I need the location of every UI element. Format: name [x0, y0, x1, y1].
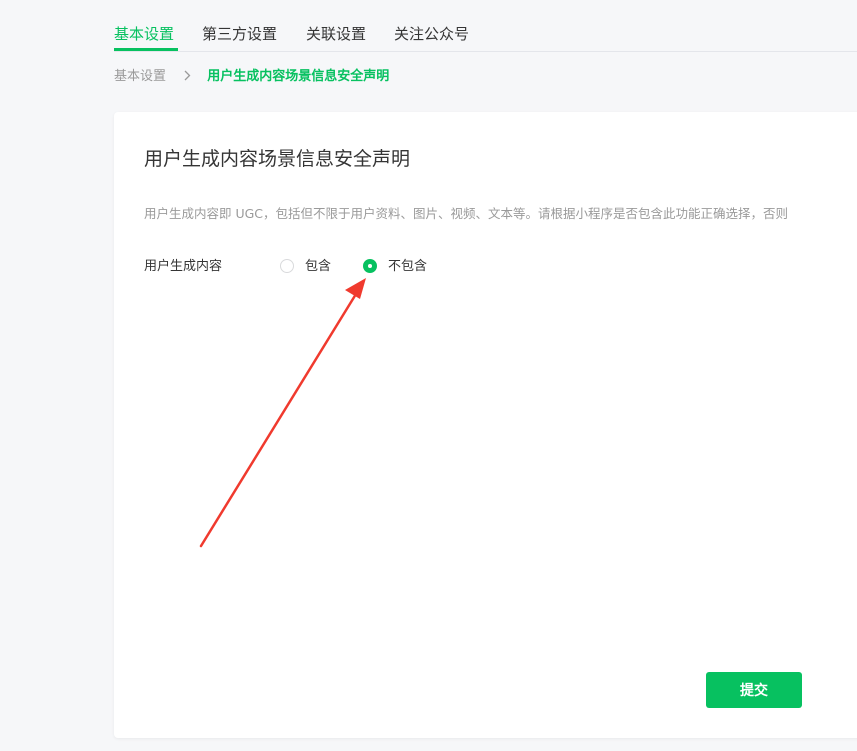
radio-checked-icon [363, 259, 377, 273]
ugc-declaration-card: 用户生成内容场景信息安全声明 用户生成内容即 UGC，包括但不限于用户资料、图片… [114, 112, 857, 738]
breadcrumb-parent-link[interactable]: 基本设置 [114, 69, 166, 84]
ugc-field-label: 用户生成内容 [144, 259, 223, 274]
active-tab-indicator [114, 48, 178, 51]
breadcrumb: 基本设置 用户生成内容场景信息安全声明 [114, 68, 389, 86]
tab-association-settings[interactable]: 关联设置 [306, 24, 366, 44]
top-tab-bar: 基本设置 第三方设置 关联设置 关注公众号 [0, 0, 857, 52]
submit-button[interactable]: 提交 [706, 672, 802, 708]
radio-option-include-label: 包含 [305, 259, 332, 274]
radio-option-exclude-label: 不包含 [388, 259, 428, 274]
breadcrumb-current: 用户生成内容场景信息安全声明 [207, 69, 390, 84]
tab-follow-official-account[interactable]: 关注公众号 [394, 24, 469, 44]
tab-basic-settings[interactable]: 基本设置 [114, 24, 174, 44]
radio-unchecked-icon [280, 259, 294, 273]
description-text: 用户生成内容即 UGC，包括但不限于用户资料、图片、视频、文本等。请根据小程序是… [144, 206, 789, 221]
page-title: 用户生成内容场景信息安全声明 [144, 148, 411, 170]
tab-bar-divider [114, 51, 857, 52]
chevron-right-icon [184, 68, 191, 86]
tab-third-party-settings[interactable]: 第三方设置 [202, 24, 277, 44]
